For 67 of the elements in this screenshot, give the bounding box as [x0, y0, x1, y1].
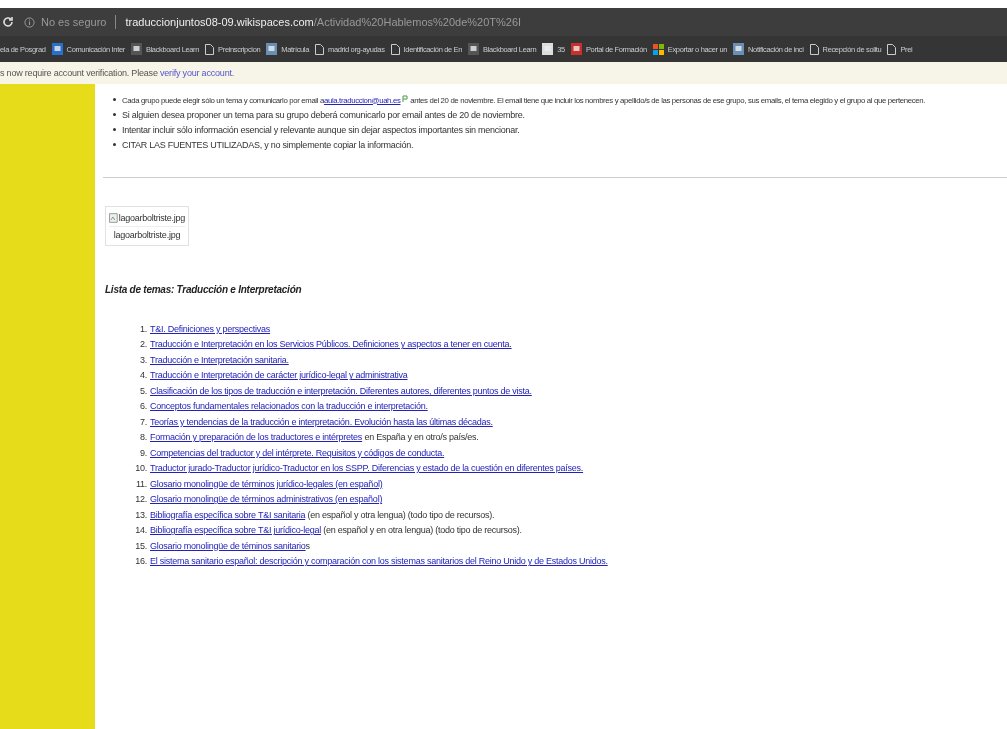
bookmark-icon	[130, 43, 142, 55]
topic-text: Bibliografía específica sobre T&I sanitaria (en español y otra lengua) (todo tipo de recursos).	[150, 509, 495, 520]
topic-number: 12.	[134, 494, 147, 505]
notice-text: s now require account verification. Please verify your account.	[0, 68, 235, 78]
topic-link[interactable]: Teorías y tendencias de la traducción e interpretación. Evolución hasta las últimas décadas.	[150, 416, 493, 427]
bookmark-icon	[468, 43, 480, 55]
topic-link[interactable]: Traductor jurado-Traductor jurídico-Traductor en los SSPP. Diferencias y estado de la cuestión en diferentes países.	[150, 463, 584, 474]
topic-link[interactable]: Bibliografía específica sobre T&I jurídico-legal	[150, 525, 321, 536]
bookmark-icon	[51, 43, 63, 55]
page-icon	[887, 43, 897, 55]
image-alt-text: lagoarboltriste.jpg	[118, 213, 185, 223]
topic-link[interactable]: Traducción e Interpretación de carácter jurídico-legal y administrativa	[150, 370, 408, 381]
topic-number: 4.	[139, 370, 147, 381]
topic-number: 1.	[139, 323, 147, 334]
topic-number: 3.	[139, 354, 147, 365]
topic-link[interactable]: Glosario monolingüe de términos administrativos (en español)	[150, 494, 383, 505]
page-icon	[205, 43, 215, 55]
bullet-icon	[113, 113, 116, 116]
instruction-text: CITAR LAS FUENTES UTILIZADAS, y no simplemente copiar la información.	[122, 139, 414, 150]
topics-heading: Lista de temas: Traducción e Interpretación	[105, 284, 303, 295]
bullet-icon	[113, 128, 116, 131]
topic-number: 15.	[134, 540, 147, 551]
topic-number: 10.	[134, 463, 147, 474]
verify-link[interactable]: verify your account.	[160, 68, 235, 78]
bookmark-icon	[733, 43, 745, 55]
url-path[interactable]: /Actividad%20Hablemos%20de%20T%26I	[313, 16, 522, 28]
topic-text: Glosario monolingüe de téminos sanitarios	[150, 540, 310, 551]
instruction-text: Intentar incluir sólo información esencial y relevante aunque sin dejar aspectos importantes sin mencionar.	[122, 124, 520, 135]
topic-number: 16.	[134, 556, 147, 567]
topic-link[interactable]: Traducción e Interpretación sanitaria.	[150, 354, 289, 365]
bookmark-icon	[266, 43, 278, 55]
topic-text: Formación y preparación de los traductores e intérpretes en España y en otro/s país/es.	[150, 432, 479, 443]
topic-number: 2.	[139, 339, 147, 350]
topic-number: 5.	[139, 385, 147, 396]
page-icon	[315, 43, 324, 55]
instruction-text: Si alguien desea proponer un tema para su grupo deberá comunicarlo por email antes de 20 de noviembre.	[122, 109, 525, 120]
topic-number: 7.	[139, 416, 147, 427]
topic-number: 9.	[139, 447, 147, 458]
topic-link[interactable]: T&I. Definiciones y perspectivas	[150, 323, 271, 334]
bookmark-icon	[570, 43, 582, 55]
security-label: No es seguro	[41, 16, 107, 28]
topic-link[interactable]: Clasificación de los tipos de traducción e interpretación. Diferentes autores, diferentes puntos de vista.	[150, 385, 532, 396]
topic-number: 6.	[139, 401, 147, 412]
page-icon	[390, 43, 400, 55]
topic-text: Bibliografía específica sobre T&I jurídico-legal (en español y en otra lengua) (todo tipo de recursos).	[150, 525, 522, 536]
page-icon	[809, 43, 819, 55]
bullet-icon	[113, 98, 116, 101]
topic-link[interactable]: El sistema sanitario español: descripción y comparación con los sistemas sanitarios del Reino Unido y de Estados Unidos.	[150, 556, 608, 567]
image-caption: lagoarboltriste.jpg	[109, 226, 185, 243]
topic-number: 14.	[134, 525, 147, 536]
topic-number: 11.	[134, 478, 147, 489]
topic-link[interactable]: Conceptos fundamentales relacionados con la traducción e interpretación.	[150, 401, 428, 412]
topic-link[interactable]: Competencias del traductor y del intérprete. Requisitos y códigos de conducta.	[150, 447, 445, 458]
url-host[interactable]: traduccionjuntos08-09.wikispaces.com	[125, 16, 314, 28]
broken-image-icon	[109, 213, 118, 223]
topic-link[interactable]: Formación y preparación de los traductores e intérpretes	[150, 432, 363, 443]
topic-link[interactable]: Glosario monolingüe de téminos sanitario	[150, 540, 306, 551]
reload-icon[interactable]	[2, 16, 14, 28]
info-icon[interactable]	[24, 16, 35, 28]
bullet-icon	[113, 143, 116, 146]
topic-link[interactable]: Bibliografía específica sobre T&I sanitaria	[150, 509, 306, 520]
bookmark-icon	[542, 43, 554, 55]
topic-number: 13.	[134, 509, 147, 520]
topic-link[interactable]: Glosario monolingüe de términos jurídico-legales (en español)	[150, 478, 383, 489]
topic-number: 8.	[139, 432, 147, 443]
tiles-icon	[652, 43, 664, 55]
topic-link[interactable]: Traducción e Interpretación en los Servicios Públicos. Definiciones y aspectos a tener en cuenta.	[150, 339, 512, 350]
